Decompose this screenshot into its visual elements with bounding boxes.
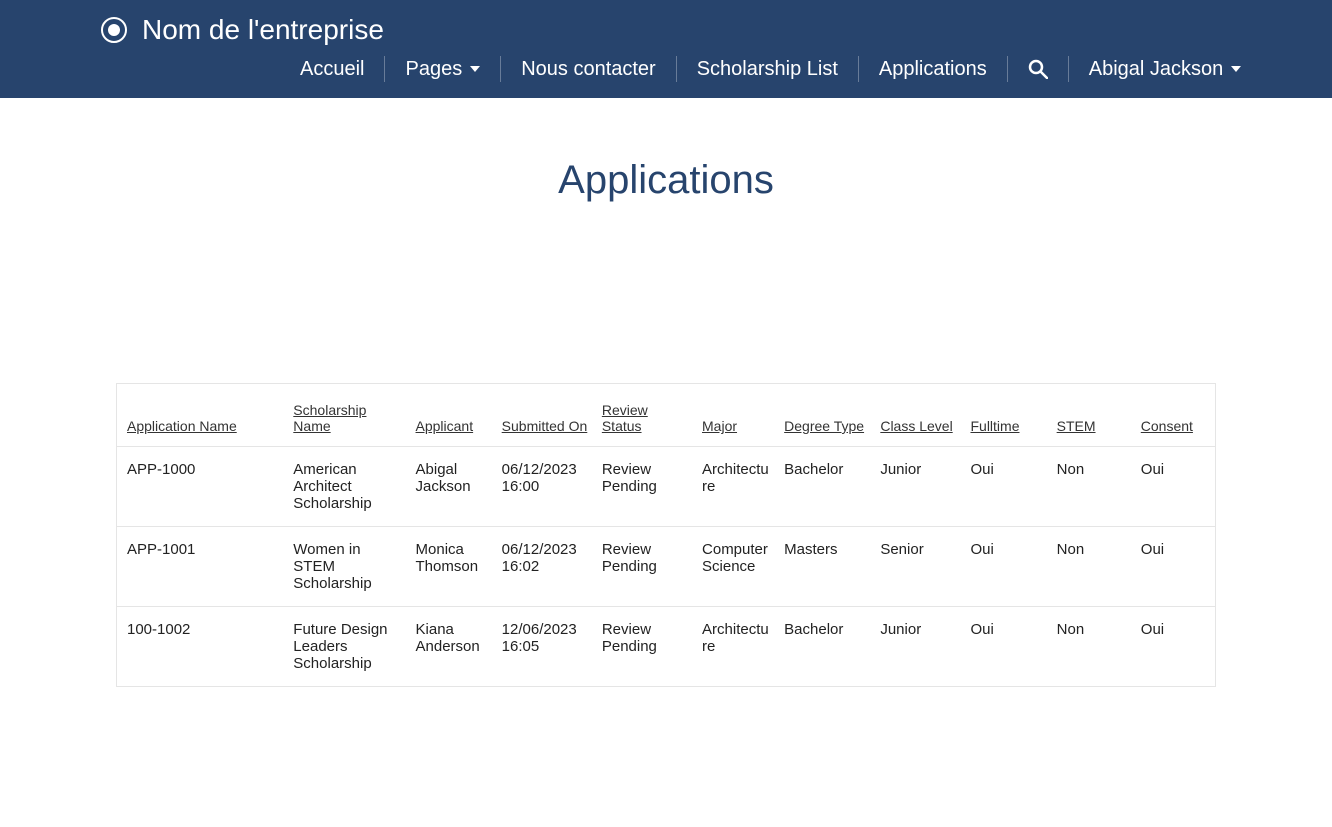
- cell-degree-type: Bachelor: [778, 607, 874, 687]
- cell-major: Computer Science: [696, 527, 778, 607]
- col-class-level[interactable]: Class Level: [874, 384, 964, 447]
- col-submitted-on[interactable]: Submitted On: [496, 384, 596, 447]
- header-top: Nom de l'entreprise: [0, 0, 1332, 56]
- col-applicant[interactable]: Applicant: [410, 384, 496, 447]
- table-row[interactable]: APP-1000American Architect ScholarshipAb…: [117, 447, 1215, 527]
- cell-stem: Non: [1051, 607, 1135, 687]
- nav-home-label: Accueil: [300, 58, 364, 81]
- cell-applicant: Abigal Jackson: [410, 447, 496, 527]
- cell-application-name: APP-1001: [117, 527, 287, 607]
- nav-scholarship-list[interactable]: Scholarship List: [677, 56, 859, 82]
- applications-table: Application Name Scholarship Name Applic…: [117, 384, 1215, 686]
- table-row[interactable]: 100-1002Future Design Leaders Scholarshi…: [117, 607, 1215, 687]
- cell-fulltime: Oui: [964, 607, 1050, 687]
- col-major[interactable]: Major: [696, 384, 778, 447]
- col-degree-type[interactable]: Degree Type: [778, 384, 874, 447]
- header: Nom de l'entreprise Accueil Pages Nous c…: [0, 0, 1332, 98]
- cell-applicant: Kiana Anderson: [410, 607, 496, 687]
- nav-home[interactable]: Accueil: [280, 56, 385, 82]
- cell-application-name: APP-1000: [117, 447, 287, 527]
- applications-table-wrap: Application Name Scholarship Name Applic…: [116, 383, 1216, 687]
- col-fulltime[interactable]: Fulltime: [964, 384, 1050, 447]
- page-title: Applications: [0, 158, 1332, 203]
- cell-class-level: Junior: [874, 447, 964, 527]
- cell-class-level: Junior: [874, 607, 964, 687]
- chevron-down-icon: [1231, 66, 1241, 72]
- cell-review-status: Review Pending: [596, 527, 696, 607]
- navbar: Accueil Pages Nous contacter Scholarship…: [280, 56, 1332, 98]
- col-consent[interactable]: Consent: [1135, 384, 1215, 447]
- cell-degree-type: Bachelor: [778, 447, 874, 527]
- content: Applications: [0, 98, 1332, 243]
- table-row[interactable]: APP-1001Women in STEM ScholarshipMonica …: [117, 527, 1215, 607]
- col-review-status[interactable]: Review Status: [596, 384, 696, 447]
- nav-user-label: Abigal Jackson: [1089, 58, 1224, 81]
- cell-major: Architecture: [696, 447, 778, 527]
- col-stem[interactable]: STEM: [1051, 384, 1135, 447]
- cell-major: Architecture: [696, 607, 778, 687]
- col-application-name[interactable]: Application Name: [117, 384, 287, 447]
- nav-user-menu[interactable]: Abigal Jackson: [1069, 56, 1262, 82]
- cell-review-status: Review Pending: [596, 607, 696, 687]
- cell-review-status: Review Pending: [596, 447, 696, 527]
- nav-applications-label: Applications: [879, 58, 987, 81]
- nav-scholarship-list-label: Scholarship List: [697, 58, 838, 81]
- cell-application-name: 100-1002: [117, 607, 287, 687]
- brand-name: Nom de l'entreprise: [142, 14, 384, 46]
- search-icon: [1028, 59, 1048, 79]
- cell-scholarship-name: Women in STEM Scholarship: [287, 527, 409, 607]
- nav-applications[interactable]: Applications: [859, 56, 1008, 82]
- cell-submitted-on: 12/06/2023 16:05: [496, 607, 596, 687]
- cell-stem: Non: [1051, 527, 1135, 607]
- cell-consent: Oui: [1135, 447, 1215, 527]
- table-header-row: Application Name Scholarship Name Applic…: [117, 384, 1215, 447]
- cell-scholarship-name: Future Design Leaders Scholarship: [287, 607, 409, 687]
- cell-submitted-on: 06/12/2023 16:02: [496, 527, 596, 607]
- nav-pages[interactable]: Pages: [385, 56, 501, 82]
- nav-contact-label: Nous contacter: [521, 58, 656, 81]
- cell-class-level: Senior: [874, 527, 964, 607]
- cell-fulltime: Oui: [964, 527, 1050, 607]
- cell-stem: Non: [1051, 447, 1135, 527]
- chevron-down-icon: [470, 66, 480, 72]
- nav-contact[interactable]: Nous contacter: [501, 56, 677, 82]
- nav-search[interactable]: [1008, 56, 1069, 82]
- cell-degree-type: Masters: [778, 527, 874, 607]
- cell-applicant: Monica Thomson: [410, 527, 496, 607]
- cell-consent: Oui: [1135, 607, 1215, 687]
- cell-consent: Oui: [1135, 527, 1215, 607]
- col-scholarship-name[interactable]: Scholarship Name: [287, 384, 409, 447]
- nav-pages-label: Pages: [405, 58, 462, 81]
- cell-submitted-on: 06/12/2023 16:00: [496, 447, 596, 527]
- logo-icon: [100, 16, 128, 44]
- cell-scholarship-name: American Architect Scholarship: [287, 447, 409, 527]
- cell-fulltime: Oui: [964, 447, 1050, 527]
